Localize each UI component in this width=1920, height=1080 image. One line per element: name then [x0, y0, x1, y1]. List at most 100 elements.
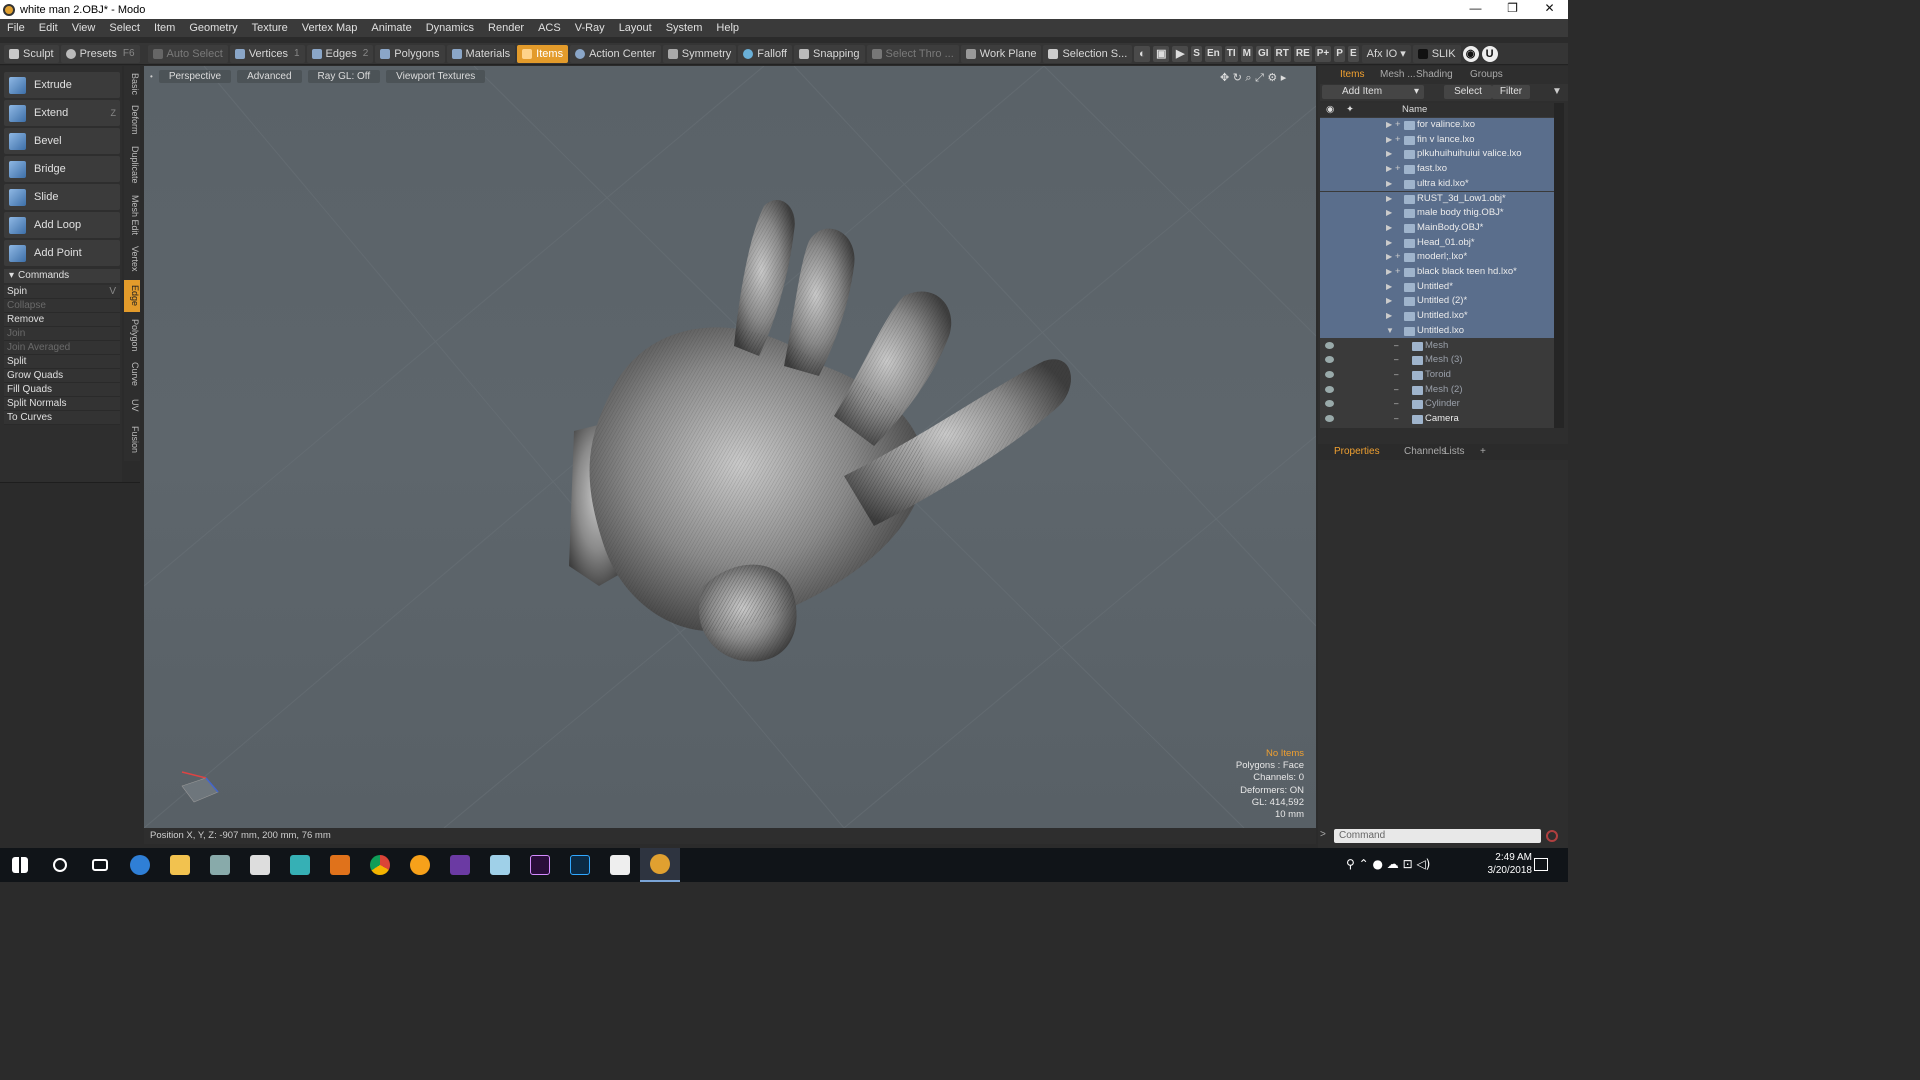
expand-right-arrow-icon[interactable]: ▶	[1386, 236, 1392, 251]
maya-icon[interactable]	[280, 848, 320, 882]
item-row[interactable]: ▶ Untitled (2)*	[1320, 294, 1554, 310]
chrome-icon[interactable]	[360, 848, 400, 882]
item-row[interactable]: – Mesh (2)	[1320, 383, 1554, 398]
toolbar-gi-button[interactable]: GI	[1255, 45, 1271, 62]
menu-system[interactable]: System	[659, 22, 710, 34]
expand-right-arrow-icon[interactable]: ▶	[1386, 250, 1392, 265]
command-to-curves[interactable]: To Curves	[4, 411, 120, 425]
filter-funnel-icon[interactable]: ▼	[1552, 86, 1564, 98]
tool-extend-button[interactable]: Extend Z	[4, 100, 120, 126]
expand-right-arrow-icon[interactable]: ▶	[1386, 294, 1392, 309]
visibility-eye-icon[interactable]	[1325, 356, 1334, 364]
visibility-eye-icon[interactable]	[1325, 385, 1334, 393]
expand-right-arrow-icon[interactable]: ▶	[1386, 147, 1392, 162]
tool-extrude-button[interactable]: Extrude	[4, 72, 120, 98]
menu-view[interactable]: View	[65, 22, 103, 34]
viewport-menu-dot-icon[interactable]: •	[150, 72, 153, 81]
add-tab-icon[interactable]: +	[1480, 445, 1486, 459]
notifications-icon[interactable]	[1534, 858, 1548, 871]
tool-add-loop-button[interactable]: Add Loop	[4, 212, 120, 238]
expand-right-arrow-icon[interactable]: ▶	[1386, 177, 1392, 192]
toolbar-re-button[interactable]: RE	[1293, 45, 1312, 62]
toolbar-en-button[interactable]: En	[1204, 45, 1222, 62]
tree-line-icon[interactable]: –	[1394, 339, 1398, 354]
system-tray-icons[interactable]: ⚲ ⌃ ● ☁ ⊡ ◁)	[1346, 857, 1430, 871]
tab-uv[interactable]: UV	[124, 394, 140, 416]
menu-geometry[interactable]: Geometry	[182, 22, 244, 34]
vertices-button[interactable]: Vertices 1	[229, 44, 305, 63]
viewport-advanced-button[interactable]: Advanced	[237, 69, 302, 83]
slik-button[interactable]: SLIK	[1412, 44, 1461, 63]
panel-tab-items[interactable]: Items	[1340, 68, 1364, 82]
viewport-perspective-button[interactable]: Perspective	[158, 69, 232, 83]
viewport-ray-gl-off-button[interactable]: Ray GL: Off	[307, 69, 381, 83]
panel-tab-shading[interactable]: Shading	[1416, 68, 1453, 82]
command-grow-quads[interactable]: Grow Quads	[4, 369, 120, 383]
expand-right-arrow-icon[interactable]: ▶	[1386, 118, 1392, 133]
item-row[interactable]: ▶ Untitled.lxo*	[1320, 309, 1554, 324]
tab-fusion[interactable]: Fusion	[124, 424, 140, 456]
command-clear-icon[interactable]	[1546, 830, 1558, 842]
action-center-button[interactable]: Action Center	[570, 44, 661, 63]
tool-slide-button[interactable]: Slide	[4, 184, 120, 210]
visibility-eye-icon[interactable]	[1325, 341, 1334, 349]
tree-line-icon[interactable]: –	[1394, 368, 1398, 383]
filter-button[interactable]: Filter	[1492, 85, 1530, 99]
task-view-icon[interactable]	[80, 848, 120, 882]
zbrush-icon[interactable]	[600, 848, 640, 882]
expand-right-arrow-icon[interactable]: ▶	[1386, 280, 1392, 295]
falloff-button[interactable]: Falloff	[738, 44, 792, 63]
fusion-app-icon[interactable]	[440, 848, 480, 882]
tab-mesh-edit[interactable]: Mesh Edit	[124, 192, 140, 238]
add-item-dropdown[interactable]: Add Item ▾	[1322, 85, 1424, 99]
item-row[interactable]: ▶ RUST_3d_Low1.obj*	[1320, 191, 1554, 207]
item-row[interactable]: ▶ + moderl;.lxo*	[1320, 250, 1554, 265]
modo-taskbar-icon[interactable]	[640, 848, 680, 882]
toolbar-pplus-button[interactable]: P+	[1314, 45, 1332, 62]
menu-vertex-map[interactable]: Vertex Map	[295, 22, 365, 34]
toolbar-e-button[interactable]: E	[1347, 45, 1359, 62]
tree-line-icon[interactable]: –	[1394, 412, 1398, 427]
snapping-button[interactable]: Snapping	[794, 44, 865, 63]
preview-icon[interactable]: ▣	[1153, 45, 1170, 62]
menu-file[interactable]: File	[0, 22, 32, 34]
auto-select-button[interactable]: Auto Select	[147, 44, 228, 63]
menu-layout[interactable]: Layout	[612, 22, 659, 34]
cortana-search-icon[interactable]	[40, 848, 80, 882]
sketch-app-icon[interactable]	[480, 848, 520, 882]
selection-sets-button[interactable]: Selection S...	[1043, 44, 1133, 63]
item-row[interactable]: – Camera	[1320, 412, 1554, 427]
tool-bridge-button[interactable]: Bridge	[4, 156, 120, 182]
item-row[interactable]: – Cylinder	[1320, 397, 1554, 412]
expand-right-arrow-icon[interactable]: ▶	[1386, 206, 1392, 221]
3d-viewport[interactable]: • Perspective Advanced Ray GL: Off Viewport …	[144, 66, 1316, 828]
menu-acs[interactable]: ACS	[531, 22, 568, 34]
item-row[interactable]: ▶ + fast.lxo	[1320, 162, 1554, 177]
toolbar-s-button[interactable]: S	[1191, 45, 1202, 62]
toolbar-p-button[interactable]: P	[1334, 45, 1345, 62]
command-split[interactable]: Split	[4, 355, 120, 369]
item-row[interactable]: ▶ plkuhuihuihuiui valice.lxo	[1320, 147, 1554, 163]
materials-button[interactable]: Materials	[446, 44, 516, 63]
expand-down-arrow-icon[interactable]: ▼	[1386, 324, 1394, 339]
presets-button[interactable]: Presets F6	[60, 44, 140, 63]
tab-vertex[interactable]: Vertex	[124, 242, 140, 276]
menu-select[interactable]: Select	[102, 22, 147, 34]
orange-app-icon[interactable]	[320, 848, 360, 882]
windows-start-icon[interactable]	[0, 848, 40, 882]
expand-plus-icon[interactable]: +	[1395, 265, 1401, 280]
props-tab-lists[interactable]: Lists	[1444, 445, 1465, 459]
menu-texture[interactable]: Texture	[245, 22, 295, 34]
menu-render[interactable]: Render	[481, 22, 531, 34]
expand-plus-icon[interactable]: +	[1395, 162, 1401, 177]
viewport-viewport-textures-button[interactable]: Viewport Textures	[386, 69, 486, 83]
select-through-button[interactable]: Select Thro ...	[866, 44, 959, 63]
fl-studio-icon[interactable]	[400, 848, 440, 882]
close-button[interactable]: ✕	[1531, 0, 1568, 19]
visibility-eye-icon[interactable]	[1325, 400, 1334, 408]
file-explorer-icon[interactable]	[160, 848, 200, 882]
polygons-button[interactable]: Polygons	[375, 44, 445, 63]
minimize-button[interactable]: —	[1457, 0, 1494, 19]
props-tab-channels[interactable]: Channels	[1404, 445, 1446, 459]
select-button[interactable]: Select	[1444, 85, 1492, 99]
